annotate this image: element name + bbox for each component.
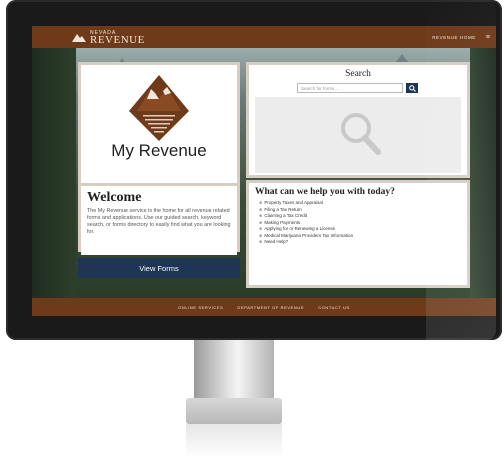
help-title: What can we help you with today? [255, 187, 395, 197]
search-icon [408, 84, 416, 92]
welcome-title: Welcome [87, 190, 142, 205]
footer-link-online-services[interactable]: ONLINE SERVICES [178, 305, 223, 310]
welcome-section: Welcome The My Revenue service is the ho… [81, 183, 237, 255]
magnifier-icon [341, 113, 381, 155]
help-list: ⊕ Property Taxes and Appraisal ⊕ Filing a … [259, 200, 353, 246]
logo-big-text: REVENUE [90, 34, 145, 46]
revenue-logo[interactable]: NEVADA REVENUE [72, 30, 145, 46]
search-row [297, 83, 418, 93]
help-item[interactable]: ⊕ Need Help? [259, 239, 353, 246]
search-button[interactable] [406, 83, 418, 93]
mountain-logo-icon [72, 34, 86, 42]
background-trees [470, 48, 496, 298]
footer-bar: ONLINE SERVICES DEPARTMENT OF REVENUE CO… [32, 298, 496, 316]
welcome-text: The My Revenue service is the home for a… [87, 208, 231, 235]
help-item-label: Need Help? [264, 239, 289, 244]
search-results-panel [255, 97, 461, 173]
monitor-frame: NEVADA REVENUE REVENUE HOME ≡ My Revenue… [6, 0, 502, 340]
brand-card: My Revenue Welcome The My Revenue servic… [78, 62, 240, 255]
monitor-stand-base [186, 398, 282, 424]
search-title: Search [345, 69, 371, 79]
stand-reflection [186, 424, 282, 458]
mountain-logo-icon [129, 75, 189, 141]
monitor-stand-neck [194, 340, 274, 402]
footer-link-contact[interactable]: CONTACT US [318, 305, 350, 310]
search-input[interactable] [297, 83, 403, 93]
top-nav: REVENUE HOME ≡ [432, 34, 490, 41]
search-card: Search [246, 62, 470, 178]
hamburger-icon[interactable]: ≡ [486, 34, 490, 41]
chevron-right-icon: ⊕ [259, 239, 263, 244]
help-card: What can we help you with today? ⊕ Proper… [246, 180, 470, 288]
screen: NEVADA REVENUE REVENUE HOME ≡ My Revenue… [32, 26, 496, 316]
background-trees [32, 48, 76, 298]
top-bar: NEVADA REVENUE REVENUE HOME ≡ [32, 26, 496, 48]
footer-link-department[interactable]: DEPARTMENT OF REVENUE [237, 305, 304, 310]
revenue-home-link[interactable]: REVENUE HOME [432, 35, 476, 40]
brand-title: My Revenue [111, 141, 207, 160]
view-forms-button[interactable]: View Forms [78, 258, 240, 278]
